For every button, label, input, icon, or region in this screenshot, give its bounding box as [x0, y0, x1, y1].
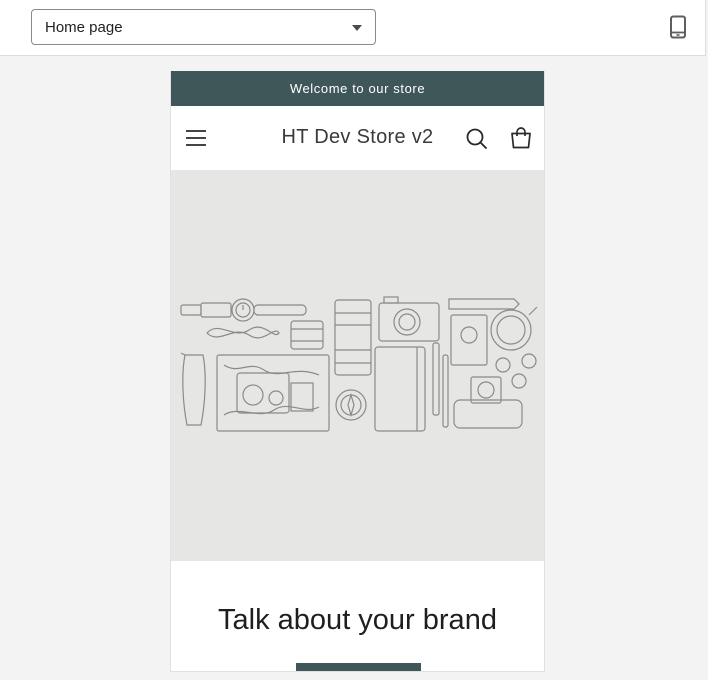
editor-toolbar: Home page: [0, 0, 706, 56]
search-button[interactable]: [464, 126, 490, 152]
cart-button[interactable]: [508, 125, 534, 151]
brand-section: Talk about your brand: [171, 561, 544, 671]
flat-lay-illustration: [180, 296, 538, 432]
announcement-text: Welcome to our store: [289, 81, 426, 96]
page-select-value: Home page: [45, 18, 123, 36]
store-preview-frame: Welcome to our store HT Dev Store v2 Tal…: [170, 71, 545, 672]
announcement-bar: Welcome to our store: [171, 71, 544, 106]
brand-heading: Talk about your brand: [218, 604, 497, 636]
page-select-dropdown[interactable]: Home page: [31, 9, 376, 45]
device-preview-toggle[interactable]: [662, 10, 694, 44]
store-header: HT Dev Store v2: [171, 106, 544, 171]
caret-down-icon: [352, 25, 362, 31]
cart-icon: [511, 127, 531, 149]
mobile-phone-icon: [670, 15, 686, 39]
hero-banner: [171, 171, 544, 561]
brand-cta-button[interactable]: [296, 663, 421, 671]
search-icon: [466, 128, 488, 150]
hamburger-menu-icon: [186, 130, 206, 146]
menu-button[interactable]: [183, 126, 209, 150]
